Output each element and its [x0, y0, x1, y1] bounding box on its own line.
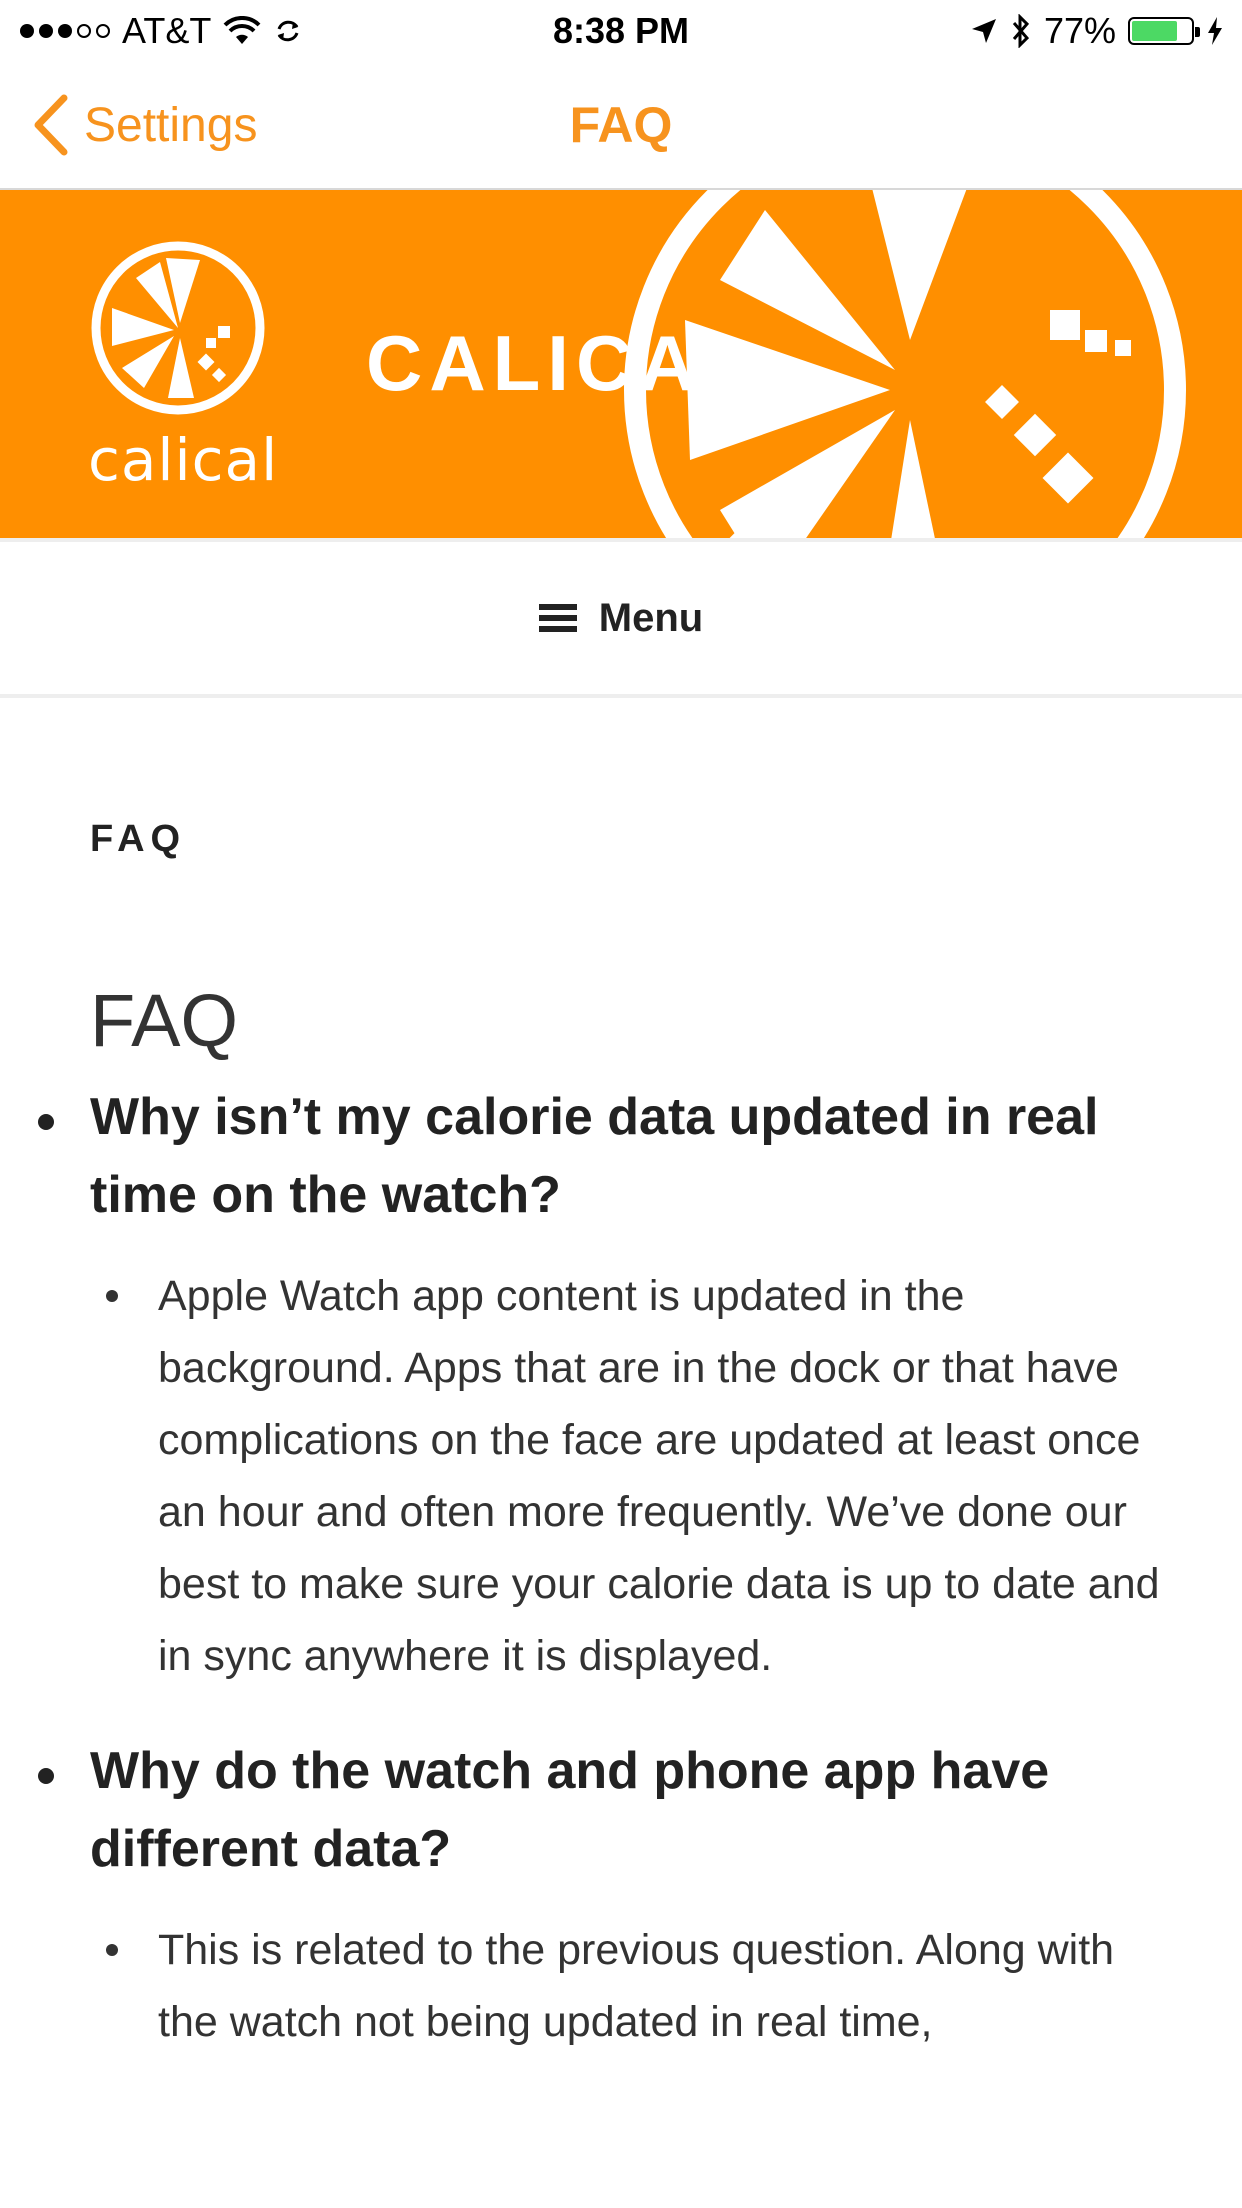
bullet-icon [106, 1944, 118, 1956]
location-arrow-icon [971, 19, 996, 43]
faq-question: Why do the watch and phone app have diff… [90, 1742, 1050, 1878]
faq-answer: This is related to the previous question… [158, 1926, 1115, 2046]
faq-question: Why isn’t my calorie data updated in rea… [90, 1088, 1099, 1224]
menu-toggle[interactable]: Menu [0, 538, 1242, 698]
page-title: FAQ [90, 978, 239, 1062]
faq-item: Why do the watch and phone app have diff… [0, 1732, 1242, 2058]
navigation-bar: Settings FAQ [0, 62, 1242, 190]
logo-orange-icon [91, 241, 265, 415]
charging-bolt-icon [1208, 17, 1222, 45]
battery-fill [1132, 21, 1177, 41]
status-bar: AT&T 8:38 PM 77% [0, 0, 1242, 62]
bullet-icon [38, 1114, 54, 1130]
battery-percent: 77% [1043, 10, 1116, 51]
banner-headline: CALICA [366, 319, 703, 407]
faq-answer-item: This is related to the previous question… [90, 1914, 1182, 2058]
faq-answer-item: Apple Watch app content is updated in th… [90, 1260, 1182, 1692]
faq-list: Why isn’t my calorie data updated in rea… [0, 1078, 1242, 2098]
status-right: 77% [970, 8, 1224, 54]
bullet-icon [38, 1768, 54, 1784]
faq-item: Why isn’t my calorie data updated in rea… [0, 1078, 1242, 1692]
faq-answer: Apple Watch app content is updated in th… [158, 1272, 1160, 1680]
bullet-icon [106, 1290, 118, 1302]
nav-title: FAQ [569, 97, 673, 153]
bluetooth-icon [1012, 14, 1029, 48]
page-kicker: FAQ [90, 818, 187, 860]
hamburger-icon [538, 604, 577, 632]
logo-wordmark: calical [88, 426, 279, 494]
menu-label: Menu [598, 595, 704, 640]
header-banner: calical CALICA [0, 190, 1242, 538]
battery-icon [1128, 17, 1200, 45]
page-content: FAQ FAQ Why isn’t my calorie data update… [0, 698, 1242, 2208]
